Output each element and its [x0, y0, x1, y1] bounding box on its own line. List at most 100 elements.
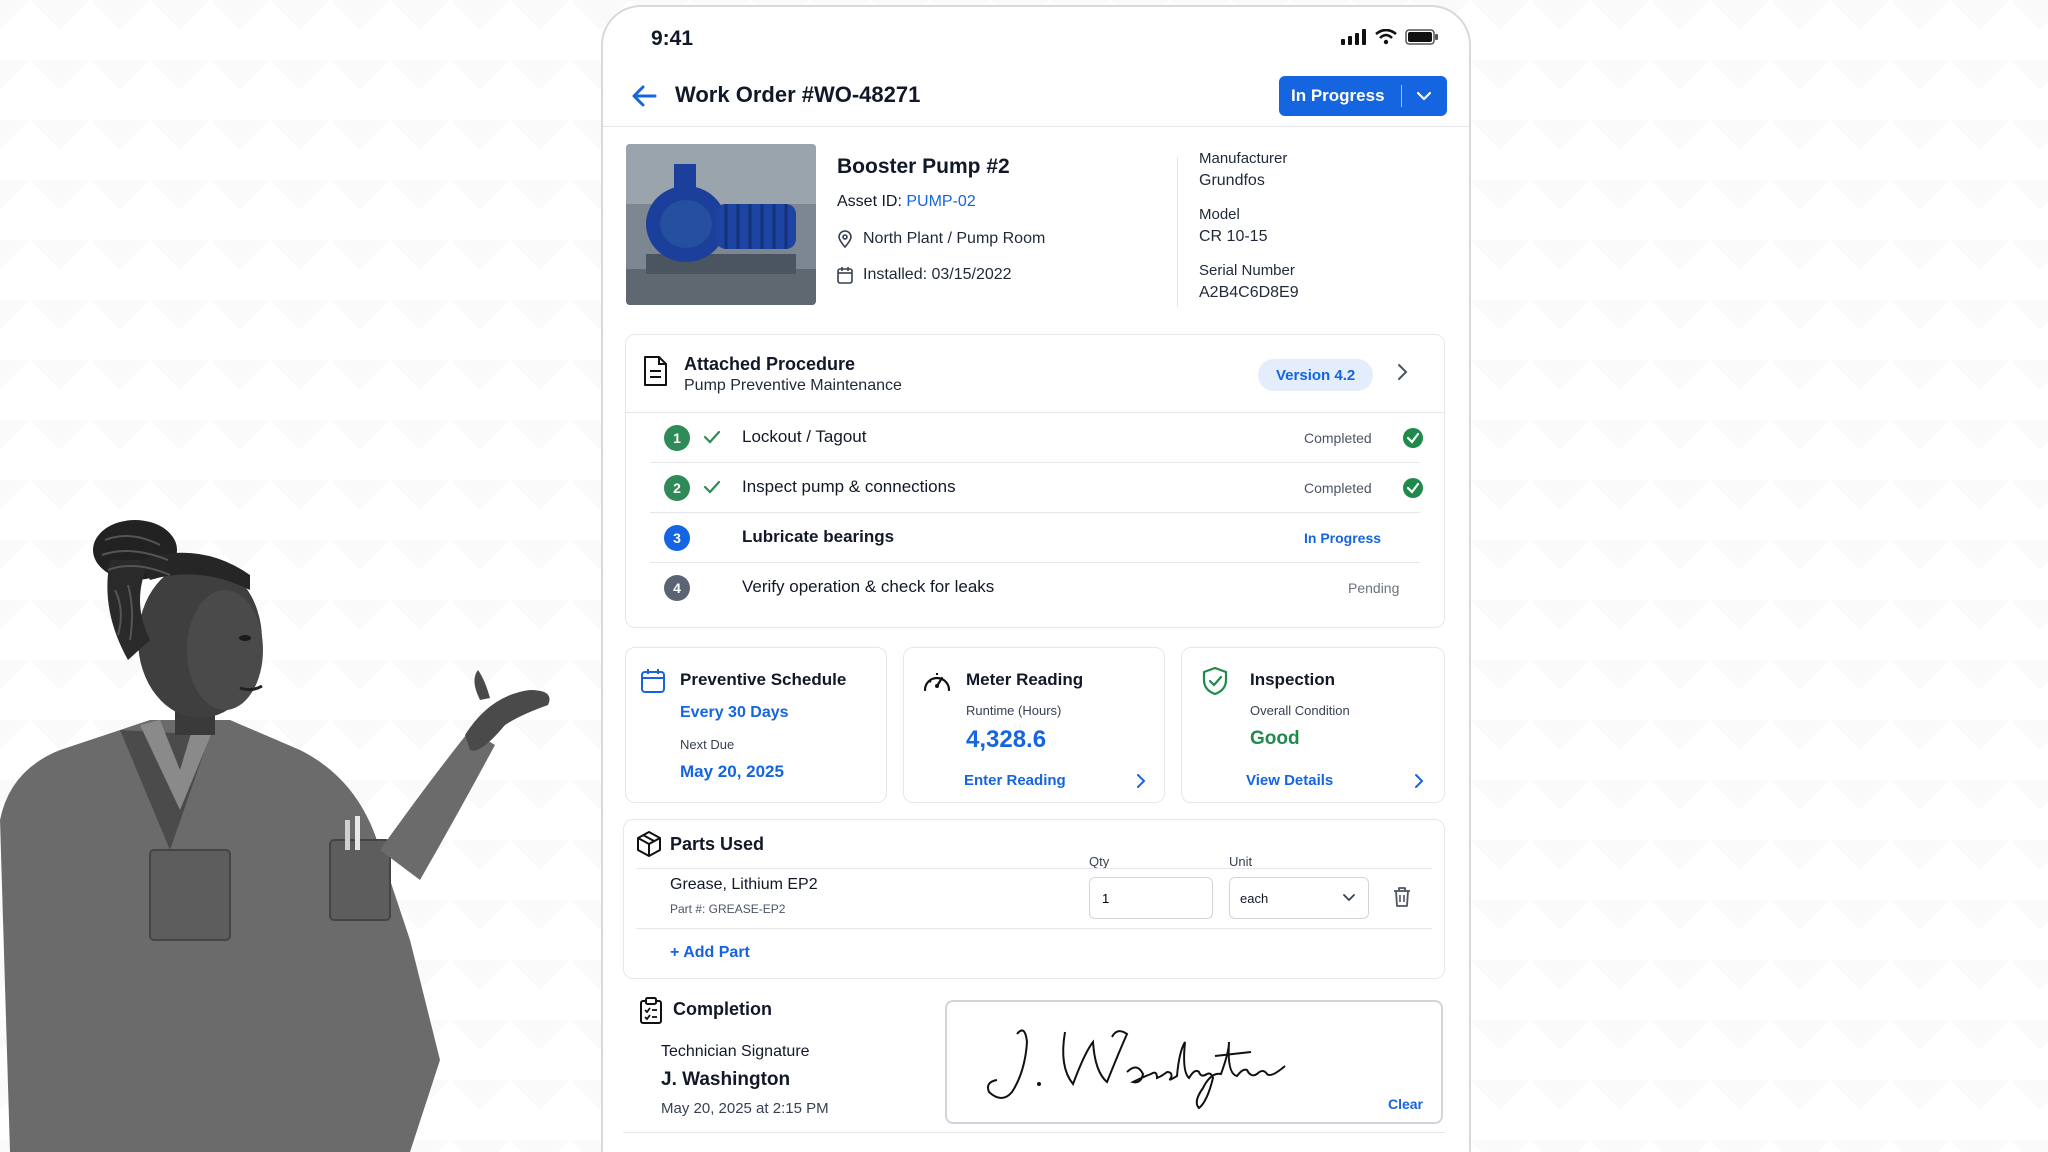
- divider: [636, 868, 1432, 869]
- location-pin-icon: [838, 230, 852, 248]
- trash-icon[interactable]: [1392, 886, 1412, 908]
- signature-pad[interactable]: J. Washington Clear: [945, 1000, 1443, 1124]
- model-block: Model CR 10-15: [1199, 204, 1267, 248]
- model-value: CR 10-15: [1199, 228, 1268, 245]
- tablet-device-frame: 9:41 Work Order #WO-48271 In Progress Bo…: [601, 5, 1471, 1152]
- procedure-header[interactable]: Attached Procedure Pump Preventive Maint…: [626, 335, 1444, 413]
- step-label: Lockout / Tagout: [742, 427, 867, 446]
- unit-select-value: each: [1240, 890, 1269, 906]
- manufacturer-block: Manufacturer Grundfos: [1199, 148, 1287, 192]
- qty-input[interactable]: [1089, 877, 1213, 919]
- meter-reading-card: Meter Reading Runtime (Hours) 4,328.6 En…: [903, 647, 1165, 803]
- shield-check-icon: [1202, 666, 1228, 696]
- step-status: Completed: [1304, 430, 1372, 446]
- meter-label: Runtime (Hours): [966, 703, 1062, 718]
- step-status: In Progress: [1304, 530, 1382, 546]
- calendar-icon: [837, 267, 853, 284]
- checkmark-icon: [703, 480, 721, 494]
- signature-label: Technician Signature: [661, 1043, 810, 1060]
- app-header: Work Order #WO-48271 In Progress: [603, 67, 1469, 127]
- status-time: 9:41: [651, 27, 694, 50]
- qty-column-header: Qty: [1089, 854, 1110, 869]
- serial-block: Serial Number A2B4C6D8E9: [1199, 260, 1299, 304]
- version-badge: Version 4.2: [1258, 359, 1374, 391]
- signed-timestamp: May 20, 2025 at 2:15 PM: [661, 1100, 829, 1117]
- unit-column-header: Unit: [1229, 854, 1253, 869]
- checkmark-icon: [703, 430, 721, 444]
- procedure-step[interactable]: 2 Inspect pump & connections Completed: [650, 463, 1423, 513]
- completion-title: Completion: [673, 999, 772, 1019]
- inspection-title: Inspection: [1250, 670, 1336, 689]
- chevron-right-icon[interactable]: [1136, 773, 1146, 789]
- back-arrow-icon[interactable]: [629, 81, 659, 111]
- chevron-right-icon[interactable]: [1396, 363, 1408, 381]
- schedule-title: Preventive Schedule: [680, 670, 847, 689]
- schedule-frequency: Every 30 Days: [680, 704, 789, 721]
- status-dropdown[interactable]: In Progress: [1279, 76, 1447, 116]
- inspection-card: Inspection Overall Condition Good View D…: [1181, 647, 1445, 803]
- status-icons: [1341, 29, 1439, 45]
- status-bar: 9:41: [603, 7, 1469, 67]
- view-details-link[interactable]: View Details: [1246, 772, 1333, 789]
- chevron-down-icon: [1343, 894, 1355, 902]
- serial-value: A2B4C6D8E9: [1199, 284, 1299, 301]
- asset-location: North Plant / Pump Room: [863, 230, 1046, 247]
- model-label: Model: [1199, 206, 1240, 223]
- preventive-schedule-card: Preventive Schedule Every 30 Days Next D…: [625, 647, 887, 803]
- enter-reading-link[interactable]: Enter Reading: [964, 772, 1066, 789]
- part-number: Part #: GREASE-EP2: [670, 902, 786, 916]
- step-label: Lubricate bearings: [742, 527, 895, 546]
- check-circle-icon: [1403, 478, 1423, 498]
- status-dropdown-label: In Progress: [1291, 86, 1385, 105]
- parts-used-card: Parts Used Qty Unit Grease, Lithium EP2 …: [623, 819, 1445, 979]
- procedure-title: Attached Procedure: [684, 354, 856, 374]
- step-label: Inspect pump & connections: [742, 477, 956, 496]
- procedure-step[interactable]: 4 Verify operation & check for leaks Pen…: [650, 563, 1420, 613]
- calendar-icon: [641, 669, 665, 693]
- package-icon: [637, 831, 661, 857]
- procedure-step[interactable]: 3 Lubricate bearings In Progress: [650, 513, 1420, 563]
- battery-icon: [1405, 29, 1438, 45]
- gauge-icon: [923, 673, 951, 692]
- step-label: Verify operation & check for leaks: [742, 577, 995, 596]
- next-due-label: Next Due: [680, 737, 735, 752]
- serial-label: Serial Number: [1199, 262, 1295, 279]
- signature-text: J. Washington: [947, 1002, 948, 1003]
- part-name: Grease, Lithium EP2: [670, 876, 818, 893]
- divider: [636, 928, 1432, 929]
- meter-title: Meter Reading: [966, 670, 1084, 689]
- signal-icon: [1341, 29, 1366, 45]
- inspection-value: Good: [1250, 728, 1300, 749]
- chevron-down-icon[interactable]: [1402, 91, 1446, 101]
- signature-drawing: [987, 1029, 1286, 1110]
- check-circle-icon: [1403, 428, 1423, 448]
- technician-person-illustration: [0, 520, 550, 1152]
- parts-title: Parts Used: [670, 834, 765, 854]
- step-status: Pending: [1348, 580, 1400, 596]
- procedure-step[interactable]: 1 Lockout / Tagout Completed: [650, 413, 1423, 463]
- asset-photo: [626, 144, 816, 305]
- clipboard-icon: [640, 997, 662, 1024]
- chevron-right-icon[interactable]: [1414, 773, 1424, 789]
- next-due-date: May 20, 2025: [680, 762, 784, 781]
- step-number-badge: 3: [664, 525, 690, 551]
- asset-name: Booster Pump #2: [837, 155, 1010, 178]
- step-number-badge: 1: [664, 425, 690, 451]
- page-title: Work Order #WO-48271: [675, 82, 921, 107]
- add-part-button[interactable]: + Add Part: [670, 944, 750, 962]
- asset-id-link[interactable]: PUMP-02: [906, 193, 975, 210]
- asset-id: Asset ID: PUMP-02: [837, 193, 976, 211]
- asset-location-row: North Plant / Pump Room: [837, 230, 1045, 248]
- clear-signature-button[interactable]: Clear: [1388, 1096, 1423, 1112]
- step-status: Completed: [1304, 480, 1372, 496]
- procedure-card: Attached Procedure Pump Preventive Maint…: [625, 334, 1445, 628]
- technician-name: J. Washington: [661, 1069, 791, 1090]
- asset-id-label: Asset ID:: [837, 193, 902, 210]
- asset-installed: Installed: 03/15/2022: [863, 266, 1012, 283]
- step-number-badge: 4: [664, 575, 690, 601]
- meter-value: 4,328.6: [966, 726, 1047, 753]
- unit-select[interactable]: each: [1229, 877, 1369, 919]
- asset-divider: [1177, 157, 1178, 307]
- procedure-subtitle: Pump Preventive Maintenance: [684, 377, 902, 394]
- manufacturer-value: Grundfos: [1199, 172, 1265, 189]
